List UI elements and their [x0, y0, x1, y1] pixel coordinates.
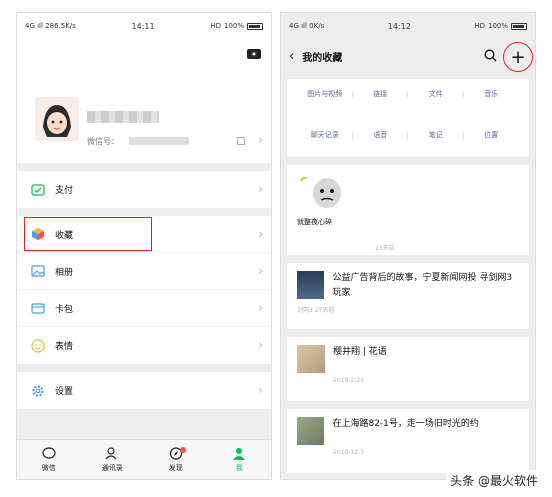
album-icon — [31, 264, 45, 278]
sticker-smiley-icon — [31, 338, 45, 353]
chevron-right-icon: › — [258, 338, 263, 352]
avatar-image — [35, 97, 79, 141]
battery-icon — [511, 22, 527, 30]
notification-dot — [179, 447, 186, 453]
favorite-item[interactable]: 樱井翔 | 花语 2019-2-21 — [287, 337, 529, 401]
tab-discover[interactable]: 发现 — [144, 440, 208, 479]
tab-contacts[interactable]: 通讯录 — [81, 440, 145, 479]
menu-item-album[interactable]: 相册 › — [17, 253, 271, 290]
menu-label-pay: 支付 — [55, 186, 74, 196]
filter-chat-history[interactable]: 聊天记录 — [297, 130, 353, 157]
menu-label-settings: 设置 — [55, 387, 74, 397]
item-title: 在上海路82-1号，走一场旧时光的约 — [332, 419, 479, 429]
filter-images-videos[interactable]: 图片与视频 — [297, 89, 353, 116]
status-time: 14:11 — [131, 21, 155, 31]
status-right: HD 100% — [474, 22, 527, 30]
category-filter-grid: 图片与视频 链接 文件 音乐 聊天记录 语音 笔记 位置 — [287, 79, 529, 157]
tab-chats[interactable]: 微信 — [17, 440, 81, 479]
bottom-tab-bar: 微信 通讯录 发现 我 — [17, 439, 271, 479]
status-left: 4G ıll 0K/s — [289, 22, 325, 30]
meme-image — [297, 173, 349, 213]
tab-label: 发现 — [168, 463, 183, 472]
item-thumbnail — [297, 271, 325, 299]
item-thumbnail — [297, 417, 325, 445]
item-meta: 剑网3 27天前 — [297, 307, 335, 314]
tab-label: 我 — [235, 463, 243, 472]
menu-label-album: 相册 — [55, 267, 74, 278]
status-bar: 4G ıll 286.5K/s 14:11 HD 100% — [17, 13, 271, 39]
item-body: 公益广告背后的故事，宁夏新闻网投 寻剑网3玩家 — [297, 271, 519, 301]
status-time: 14:12 — [387, 21, 411, 31]
filter-voice[interactable]: 语音 — [353, 130, 409, 157]
item-caption: 就整夜心碎 — [297, 218, 332, 226]
menu-label-cards: 卡包 — [55, 304, 74, 315]
qr-code-icon[interactable] — [237, 137, 245, 145]
menu-group-pay: 支付 › — [17, 171, 271, 208]
chevron-right-icon: › — [258, 301, 263, 315]
favorite-item[interactable]: 在上海路82-1号，走一场旧时光的约 2018-12-3 — [287, 409, 529, 473]
page-title: 我的收藏 — [302, 52, 343, 64]
chevron-right-icon: › — [258, 227, 263, 241]
filter-links[interactable]: 链接 — [353, 89, 409, 116]
plus-icon: + — [510, 46, 526, 68]
menu-group-settings: 设置 › — [17, 372, 271, 409]
menu-item-stickers[interactable]: 表情 › — [17, 327, 271, 364]
filter-files[interactable]: 文件 — [408, 89, 464, 116]
menu-label-stickers: 表情 — [55, 342, 74, 352]
menu-group-main: 收藏 › 相册 › 卡包 › 表情 › — [17, 216, 271, 364]
profile-header[interactable]: 微信号： › — [17, 39, 271, 163]
add-favorite-button[interactable]: + — [503, 42, 533, 72]
menu-item-cards[interactable]: 卡包 › — [17, 290, 271, 327]
gear-icon — [31, 384, 45, 398]
item-date: 2018-12-3 — [333, 449, 365, 456]
status-bar: 4G ıll 0K/s 14:12 HD 100% — [281, 13, 535, 39]
status-right: HD 100% — [210, 22, 263, 30]
menu-item-settings[interactable]: 设置 › — [17, 372, 271, 409]
tab-label: 微信 — [41, 463, 56, 472]
left-phone-screen: 4G ıll 286.5K/s 14:11 HD 100% 微信号： › 支付 › — [16, 12, 272, 480]
watermark: 头条 @最火软件 — [446, 470, 542, 491]
menu-item-favorites[interactable]: 收藏 › — [17, 216, 271, 253]
avatar[interactable] — [35, 97, 79, 141]
item-title: 公益广告背后的故事，宁夏新闻网投 寻剑网3玩家 — [332, 273, 513, 298]
battery-icon — [246, 22, 263, 30]
filter-notes[interactable]: 笔记 — [408, 130, 464, 157]
tab-label: 通讯录 — [101, 463, 123, 472]
chat-bubble-icon — [42, 446, 56, 459]
filter-location[interactable]: 位置 — [464, 130, 520, 157]
card-wallet-icon — [31, 301, 45, 315]
pay-icon — [31, 183, 45, 197]
back-arrow-icon[interactable]: ‹ — [289, 49, 294, 64]
favorite-item[interactable]: 公益广告背后的故事，宁夏新闻网投 寻剑网3玩家 剑网3 27天前 — [287, 263, 529, 329]
blurred-wechat-id — [129, 137, 189, 145]
item-thumbnail — [297, 345, 325, 373]
camera-icon[interactable] — [247, 49, 261, 59]
search-icon[interactable] — [484, 49, 497, 62]
menu-item-pay[interactable]: 支付 › — [17, 171, 271, 208]
right-phone-screen: 4G ıll 0K/s 14:12 HD 100% ‹ 我的收藏 + 图片与视频 … — [280, 12, 536, 480]
contacts-icon — [105, 446, 117, 459]
chevron-right-icon: › — [258, 182, 263, 196]
tab-me[interactable]: 我 — [208, 440, 272, 479]
chevron-right-icon: › — [258, 264, 263, 278]
favorite-item[interactable]: 就整夜心碎 13天前 — [287, 165, 529, 255]
status-left: 4G ıll 286.5K/s — [25, 22, 76, 30]
item-time: 13天前 — [375, 245, 395, 252]
wechat-id-label: 微信号： — [87, 137, 119, 146]
chevron-right-icon: › — [258, 133, 263, 147]
blurred-nickname — [87, 111, 159, 123]
chevron-right-icon: › — [258, 383, 263, 397]
item-body: 在上海路82-1号，走一场旧时光的约 — [297, 417, 519, 445]
item-date: 2019-2-21 — [333, 377, 365, 384]
nav-bar: ‹ 我的收藏 + — [281, 39, 535, 73]
item-body: 樱井翔 | 花语 — [297, 345, 519, 373]
person-icon — [233, 447, 246, 460]
filter-music[interactable]: 音乐 — [464, 89, 520, 116]
item-title: 樱井翔 | 花语 — [333, 347, 387, 357]
highlight-box — [24, 217, 152, 251]
